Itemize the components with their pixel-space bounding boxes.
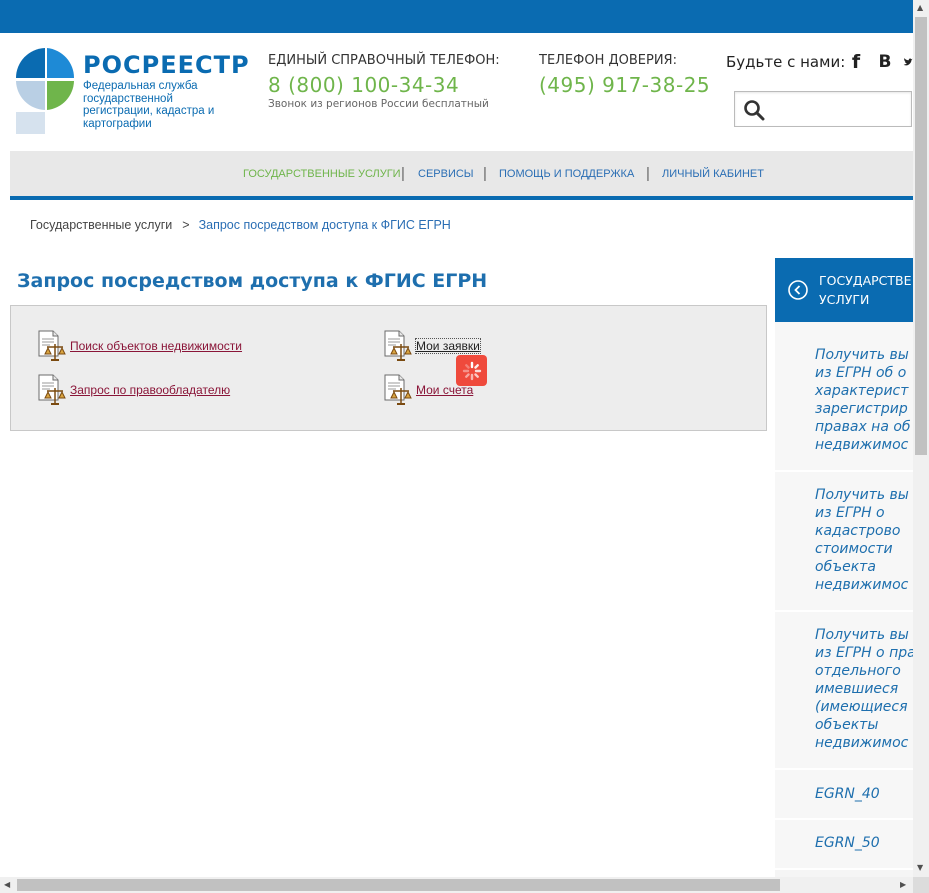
sidebar-item-label: EGRN_50 bbox=[815, 835, 880, 851]
scroll-left-arrow-icon[interactable]: ◀ bbox=[4, 881, 10, 889]
page-title: Запрос посредством доступа к ФГИС ЕГРН bbox=[17, 270, 488, 292]
trust-line-label: ТЕЛЕФОН ДОВЕРИЯ: bbox=[539, 53, 677, 68]
search-input[interactable] bbox=[734, 91, 912, 127]
back-arrow-icon[interactable] bbox=[788, 280, 808, 300]
breadcrumb-separator: > bbox=[182, 218, 190, 232]
sidebar-item-egrn-50[interactable]: EGRN_50 bbox=[775, 820, 913, 870]
twitter-icon[interactable] bbox=[903, 52, 913, 72]
sidebar-item-label: EGRN_40 bbox=[815, 786, 880, 802]
trust-line-number[interactable]: (495) 917-38-25 bbox=[539, 73, 710, 97]
owner-request-link[interactable]: Запрос по правообладателю bbox=[70, 383, 230, 397]
social-label: Будьте с нами: bbox=[726, 53, 846, 71]
nav-separator: | bbox=[401, 165, 405, 182]
my-requests-link[interactable]: Мои заявки bbox=[415, 338, 481, 354]
scroll-down-arrow-icon[interactable]: ▼ bbox=[917, 864, 923, 872]
facebook-icon[interactable]: f bbox=[847, 51, 865, 73]
sidebar-item-egrn-40[interactable]: EGRN_40 bbox=[775, 770, 913, 820]
search-objects-link-item[interactable]: Поиск объектов недвижимости bbox=[36, 330, 242, 362]
sidebar-list: Получить вы из ЕГРН об о характерист зареги… bbox=[775, 322, 913, 893]
hotline-number[interactable]: 8 (800) 100-34-34 bbox=[268, 73, 459, 97]
breadcrumb-current[interactable]: Запрос посредством доступа к ФГИС ЕГРН bbox=[199, 218, 451, 232]
document-scales-icon bbox=[38, 330, 66, 361]
nav-item-gov-services[interactable]: ГОСУДАРСТВЕННЫЕ УСЛУГИ bbox=[243, 168, 401, 180]
loading-spinner-icon bbox=[456, 355, 487, 386]
owner-request-link-item[interactable]: Запрос по правообладателю bbox=[36, 374, 230, 406]
scroll-up-arrow-icon[interactable]: ▲ bbox=[917, 4, 923, 12]
vertical-scrollbar-thumb[interactable] bbox=[915, 17, 927, 455]
sidebar-header-title: ГОСУДАРСТВЕ УСЛУГИ bbox=[819, 271, 913, 309]
horizontal-scrollbar-thumb[interactable] bbox=[17, 879, 780, 891]
sidebar-item-cadastral-value[interactable]: Получить вы из ЕГРН о кадастрово стоимости о… bbox=[775, 472, 913, 612]
sidebar-item-label: Получить вы из ЕГРН о кадастрово стоимости о… bbox=[815, 487, 909, 593]
search-objects-link[interactable]: Поиск объектов недвижимости bbox=[70, 339, 242, 353]
sidebar-header-line: УСЛУГИ bbox=[819, 292, 870, 307]
logo-subtitle: Федеральная служба государственной регис… bbox=[83, 80, 215, 130]
sidebar-header-line: ГОСУДАРСТВЕ bbox=[819, 273, 912, 288]
services-panel bbox=[10, 305, 767, 431]
sidebar-item-rights[interactable]: Получить вы из ЕГРН о пра отдельного имевши… bbox=[775, 612, 913, 770]
sidebar-header[interactable]: ГОСУДАРСТВЕ УСЛУГИ bbox=[775, 258, 913, 322]
document-scales-icon bbox=[384, 330, 412, 361]
logo-title[interactable]: РОСРЕЕСТР bbox=[83, 51, 250, 79]
nav-item-help[interactable]: ПОМОЩЬ И ПОДДЕРЖКА bbox=[499, 168, 634, 180]
scroll-right-arrow-icon[interactable]: ▶ bbox=[900, 881, 906, 889]
nav-separator: | bbox=[483, 165, 487, 182]
nav-separator: | bbox=[646, 165, 650, 182]
breadcrumb: Государственные услуги > Запрос посредство… bbox=[30, 218, 451, 232]
sidebar-item-label: Получить вы из ЕГРН об о характерист зареги… bbox=[815, 347, 911, 453]
rosreestr-logo-icon[interactable] bbox=[14, 44, 76, 136]
top-bar bbox=[0, 0, 913, 33]
hotline-note: Звонок из регионов России бесплатный bbox=[268, 98, 489, 110]
document-scales-icon bbox=[384, 374, 412, 405]
document-scales-icon bbox=[38, 374, 66, 405]
hotline-label: ЕДИНЫЙ СПРАВОЧНЫЙ ТЕЛЕФОН: bbox=[268, 53, 500, 68]
sidebar-item-label: Получить вы из ЕГРН о пра отдельного имевши… bbox=[815, 627, 913, 751]
breadcrumb-home-link[interactable]: Государственные услуги bbox=[30, 218, 172, 232]
scrollbar-corner bbox=[913, 877, 929, 893]
nav-item-cabinet[interactable]: ЛИЧНЫЙ КАБИНЕТ bbox=[662, 168, 764, 180]
sidebar-item-characteristics[interactable]: Получить вы из ЕГРН об о характерист зареги… bbox=[775, 322, 913, 472]
main-nav: ГОСУДАРСТВЕННЫЕ УСЛУГИ | СЕРВИСЫ | ПОМОЩ… bbox=[10, 151, 913, 200]
vkontakte-icon[interactable]: B bbox=[876, 52, 894, 72]
search-icon[interactable] bbox=[743, 99, 765, 121]
nav-item-services[interactable]: СЕРВИСЫ bbox=[418, 168, 474, 180]
